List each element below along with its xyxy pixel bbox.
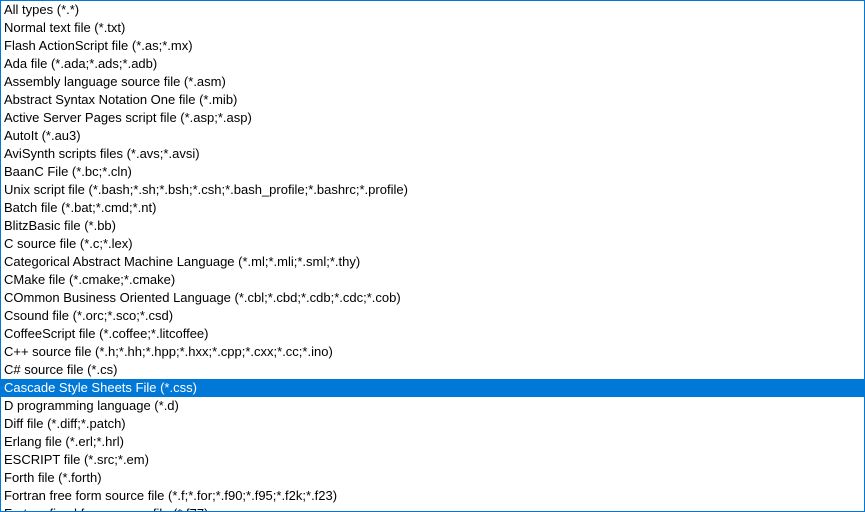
list-item[interactable]: Unix script file (*.bash;*.sh;*.bsh;*.cs… — [1, 181, 864, 199]
list-item[interactable]: Fortran free form source file (*.f;*.for… — [1, 487, 864, 505]
list-item[interactable]: Ada file (*.ada;*.ads;*.adb) — [1, 55, 864, 73]
list-item[interactable]: Csound file (*.orc;*.sco;*.csd) — [1, 307, 864, 325]
list-item[interactable]: ESCRIPT file (*.src;*.em) — [1, 451, 864, 469]
list-item[interactable]: COmmon Business Oriented Language (*.cbl… — [1, 289, 864, 307]
list-item[interactable]: Batch file (*.bat;*.cmd;*.nt) — [1, 199, 864, 217]
list-item[interactable]: C++ source file (*.h;*.hh;*.hpp;*.hxx;*.… — [1, 343, 864, 361]
list-item[interactable]: Active Server Pages script file (*.asp;*… — [1, 109, 864, 127]
list-item[interactable]: D programming language (*.d) — [1, 397, 864, 415]
list-item[interactable]: BaanC File (*.bc;*.cln) — [1, 163, 864, 181]
list-item[interactable]: BlitzBasic file (*.bb) — [1, 217, 864, 235]
list-item[interactable]: AviSynth scripts files (*.avs;*.avsi) — [1, 145, 864, 163]
list-item[interactable]: Fortran fixed form source file (*.f77) — [1, 505, 864, 512]
list-item[interactable]: CoffeeScript file (*.coffee;*.litcoffee) — [1, 325, 864, 343]
list-item[interactable]: CMake file (*.cmake;*.cmake) — [1, 271, 864, 289]
list-item[interactable]: Assembly language source file (*.asm) — [1, 73, 864, 91]
list-item[interactable]: Forth file (*.forth) — [1, 469, 864, 487]
list-item[interactable]: Diff file (*.diff;*.patch) — [1, 415, 864, 433]
list-item[interactable]: AutoIt (*.au3) — [1, 127, 864, 145]
list-item[interactable]: All types (*.*) — [1, 1, 864, 19]
list-item[interactable]: Erlang file (*.erl;*.hrl) — [1, 433, 864, 451]
list-item[interactable]: Categorical Abstract Machine Language (*… — [1, 253, 864, 271]
list-item[interactable]: Flash ActionScript file (*.as;*.mx) — [1, 37, 864, 55]
list-item[interactable]: Cascade Style Sheets File (*.css) — [1, 379, 864, 397]
list-item[interactable]: Abstract Syntax Notation One file (*.mib… — [1, 91, 864, 109]
list-item[interactable]: Normal text file (*.txt) — [1, 19, 864, 37]
list-item[interactable]: C source file (*.c;*.lex) — [1, 235, 864, 253]
list-item[interactable]: C# source file (*.cs) — [1, 361, 864, 379]
file-type-listbox[interactable]: All types (*.*)Normal text file (*.txt)F… — [0, 0, 865, 512]
